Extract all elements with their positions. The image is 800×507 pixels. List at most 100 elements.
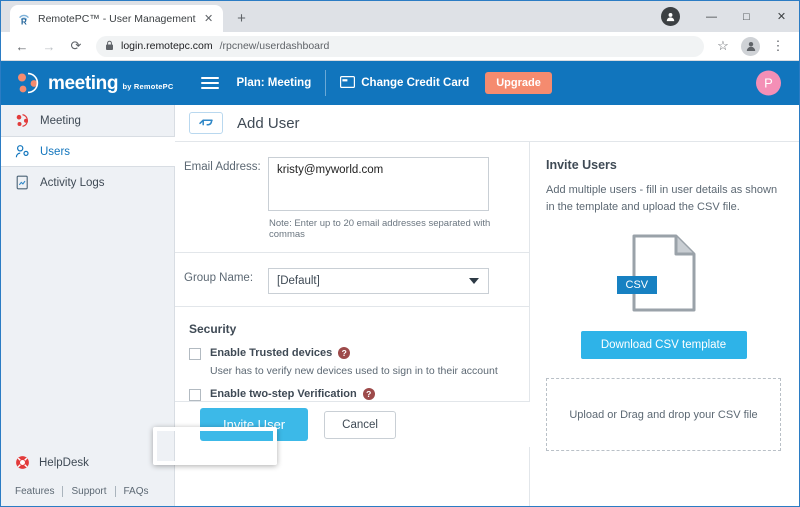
- invite-users-description: Add multiple users - fill in user detail…: [546, 184, 778, 214]
- back-icon[interactable]: ←: [9, 34, 35, 58]
- content-columns: Email Address: Note: Enter up to 20 emai…: [175, 142, 799, 506]
- email-field-row: Email Address:: [184, 157, 514, 211]
- logo-primary: meeting: [48, 72, 119, 94]
- url-domain: login.remotepc.com: [121, 40, 213, 52]
- reload-icon[interactable]: ⟳: [63, 34, 89, 58]
- group-field-row: Group Name: [Default]: [184, 268, 514, 294]
- back-button[interactable]: [189, 112, 223, 134]
- credit-card-icon: [340, 75, 356, 91]
- chrome-profile-icon[interactable]: [741, 36, 760, 56]
- group-label: Group Name:: [184, 272, 254, 284]
- two-step-row: Enable two-step Verification ?: [184, 388, 514, 402]
- meeting-icon: [15, 113, 30, 128]
- browser-toolbar: ← → ⟳ login.remotepc.com/rpcnew/userdash…: [1, 32, 799, 61]
- chrome-menu-icon[interactable]: ⋮: [765, 34, 791, 58]
- two-step-label-group: Enable two-step Verification ?: [210, 388, 375, 401]
- sidebar-item-activity-logs[interactable]: Activity Logs: [1, 167, 174, 198]
- url-path: /rpcnew/userdashboard: [219, 40, 330, 52]
- download-csv-template-button[interactable]: Download CSV template: [580, 331, 747, 360]
- page-title: Add User: [237, 114, 300, 132]
- chevron-down-icon: [469, 278, 479, 284]
- header-divider: [325, 70, 327, 96]
- csv-dropzone-label: Upload or Drag and drop your CSV file: [569, 408, 758, 421]
- cancel-button[interactable]: Cancel: [324, 410, 396, 439]
- activity-logs-icon: [15, 175, 30, 190]
- csv-file-icon: CSV: [616, 233, 697, 313]
- helpdesk-label: HelpDesk: [39, 456, 89, 469]
- users-icon: [15, 144, 30, 159]
- main-content: Add User Email Address: Note: Enter up t…: [175, 105, 799, 506]
- footer-link-support[interactable]: Support: [71, 486, 106, 497]
- lifebuoy-icon: [15, 455, 30, 470]
- two-step-label: Enable two-step Verification: [210, 388, 357, 401]
- sidebar-item-users[interactable]: Users: [1, 136, 175, 167]
- svg-text:R: R: [21, 18, 27, 27]
- bookmark-star-icon[interactable]: ☆: [710, 34, 736, 58]
- helpdesk-link[interactable]: HelpDesk: [15, 455, 160, 470]
- minimize-button[interactable]: —: [694, 1, 729, 32]
- upgrade-button[interactable]: Upgrade: [485, 72, 552, 94]
- invite-users-panel: Invite Users Add multiple users - fill i…: [530, 142, 799, 506]
- tab-strip: R RemotePC™ - User Management ✕ + — □ ✕: [1, 1, 799, 32]
- logo-text: meeting by RemotePC: [48, 74, 173, 93]
- logo-secondary: by RemotePC: [122, 81, 174, 91]
- browser-tab[interactable]: R RemotePC™ - User Management ✕: [10, 5, 223, 32]
- help-icon[interactable]: ?: [362, 388, 375, 401]
- csv-dropzone[interactable]: Upload or Drag and drop your CSV file: [546, 378, 781, 452]
- forward-icon[interactable]: →: [36, 34, 62, 58]
- app-header: meeting by RemotePC Plan: Meeting Change…: [1, 61, 799, 105]
- group-select-value: [Default]: [277, 275, 320, 287]
- csv-badge: CSV: [616, 276, 658, 295]
- lock-icon: [105, 40, 114, 53]
- app-logo[interactable]: meeting by RemotePC: [15, 70, 173, 96]
- footer-links: Features Support FAQs: [15, 486, 160, 497]
- avatar[interactable]: P: [756, 70, 781, 96]
- change-credit-card-label: Change Credit Card: [361, 77, 470, 89]
- add-user-form: Email Address: Note: Enter up to 20 emai…: [175, 142, 530, 506]
- sidebar-item-label: Users: [40, 145, 71, 158]
- form-action-bar: Invite User Cancel: [175, 401, 530, 447]
- security-title: Security: [189, 322, 237, 336]
- two-step-checkbox[interactable]: [189, 389, 201, 402]
- change-credit-card-button[interactable]: Change Credit Card: [340, 75, 470, 91]
- trusted-devices-label-group: Enable Trusted devices ?: [210, 347, 351, 359]
- meeting-logo-icon: [15, 70, 41, 96]
- toolbar-actions: ☆ ⋮: [710, 34, 791, 58]
- window-controls: — □ ✕: [661, 1, 799, 32]
- email-note: Note: Enter up to 20 email addresses sep…: [269, 218, 491, 240]
- profile-badge-icon[interactable]: [661, 7, 680, 26]
- window-close-button[interactable]: ✕: [764, 1, 799, 32]
- footer-divider: [114, 486, 116, 497]
- new-tab-button[interactable]: +: [232, 11, 252, 27]
- trusted-devices-checkbox[interactable]: [189, 348, 201, 360]
- trusted-devices-label: Enable Trusted devices: [210, 347, 333, 359]
- tab-title: RemotePC™ - User Management: [38, 12, 196, 25]
- close-icon[interactable]: ✕: [202, 12, 216, 25]
- invite-users-title: Invite Users: [546, 158, 617, 172]
- address-bar[interactable]: login.remotepc.com/rpcnew/userdashboard: [96, 35, 704, 57]
- sidebar-item-label: Activity Logs: [40, 176, 105, 189]
- page-header: Add User: [175, 105, 799, 142]
- help-icon[interactable]: ?: [338, 347, 351, 359]
- footer-link-faqs[interactable]: FAQs: [124, 486, 149, 497]
- sidebar-item-meeting[interactable]: Meeting: [1, 105, 174, 136]
- invite-user-button[interactable]: Invite User: [200, 408, 309, 441]
- footer-link-features[interactable]: Features: [15, 486, 54, 497]
- email-label: Email Address:: [184, 161, 261, 173]
- sidebar-footer: HelpDesk Features Support FAQs © IDrive …: [1, 455, 174, 506]
- group-block: Group Name: [Default]: [175, 253, 529, 307]
- email-input[interactable]: [268, 157, 489, 211]
- group-select[interactable]: [Default]: [268, 268, 489, 294]
- footer-divider: [62, 486, 64, 497]
- email-block: Email Address: Note: Enter up to 20 emai…: [175, 142, 529, 253]
- sidebar: Meeting Users Activity Logs HelpDesk Fea…: [1, 105, 175, 506]
- browser-window: R RemotePC™ - User Management ✕ + — □ ✕ …: [0, 0, 800, 507]
- trusted-devices-row: Enable Trusted devices ?: [184, 347, 514, 360]
- page-body: Meeting Users Activity Logs HelpDesk Fea…: [1, 105, 799, 506]
- hamburger-menu-icon[interactable]: [201, 74, 220, 92]
- back-arrow-icon: [199, 119, 213, 126]
- maximize-button[interactable]: □: [729, 1, 764, 32]
- sidebar-item-label: Meeting: [40, 114, 81, 127]
- remotepc-icon: R: [17, 11, 32, 27]
- plan-label: Plan: Meeting: [236, 77, 312, 89]
